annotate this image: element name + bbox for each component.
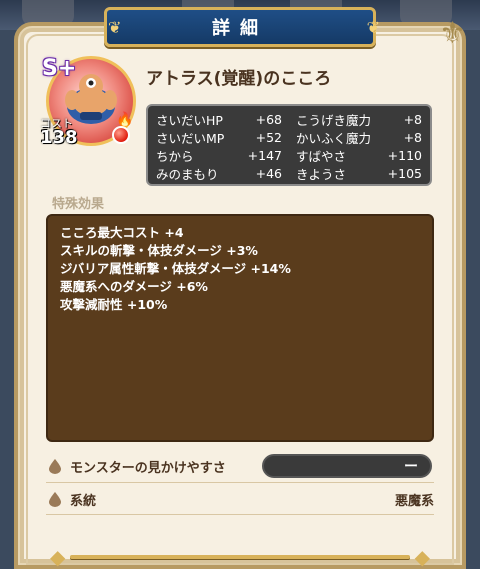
stat-row-heal-magic: かいふく魔力 +8 [296, 128, 422, 146]
effect-item: スキルの斬撃・体技ダメージ +3% [60, 243, 258, 258]
droplet-icon [49, 459, 61, 474]
stat-row-agility: すばやさ +110 [296, 146, 422, 164]
stat-label: こうげき魔力 [296, 112, 372, 128]
stats-box: さいだいHP +68 こうげき魔力 +8 さいだいMP +52 かいふく魔力 +… [146, 104, 432, 186]
visibility-value: ー [404, 459, 418, 475]
divider [46, 482, 434, 483]
stat-value: +46 [255, 165, 282, 181]
stat-row-attack-magic: こうげき魔力 +8 [296, 110, 422, 128]
fire-orb-icon [112, 126, 130, 144]
family-label: 系統 [70, 493, 97, 509]
bottom-ornament: ◆ ◆ [50, 545, 430, 569]
corner-ornament-icon: ⚜ [439, 16, 466, 51]
family-value: 悪魔系 [394, 493, 434, 509]
stat-value: +68 [255, 111, 282, 127]
stat-value: +105 [387, 165, 422, 181]
effect-item: 攻撃減耐性 +10% [60, 297, 168, 312]
stat-label: さいだいMP [156, 130, 225, 146]
stat-row-defense: みのまもり +46 [156, 164, 282, 182]
stat-label: かいふく魔力 [296, 130, 372, 146]
visibility-value-box: ー [262, 454, 432, 478]
stat-row-dexterity: きようさ +105 [296, 164, 422, 182]
divider [46, 514, 434, 515]
effect-item: 悪魔系へのダメージ +6% [60, 279, 208, 294]
stat-row-max-mp: さいだいMP +52 [156, 128, 282, 146]
title-flourish-left-icon: ❦ [108, 18, 122, 37]
effect-item: こころ最大コスト +4 [60, 225, 184, 240]
stat-value: +8 [403, 129, 422, 145]
stat-row-max-hp: さいだいHP +68 [156, 110, 282, 128]
family-row: 系統 悪魔系 [46, 486, 434, 512]
ornament-bar [70, 555, 410, 559]
ornament-left-icon: ◆ [50, 545, 66, 569]
visibility-label: モンスターの見かけやすさ [70, 460, 226, 476]
stat-row-strength: ちから +147 [156, 146, 282, 164]
heart-name: アトラス(覚醒)のこころ [146, 69, 332, 89]
stat-value: +110 [387, 147, 422, 163]
stat-label: みのまもり [156, 166, 219, 182]
droplet-icon [49, 492, 61, 507]
special-effects-title: 特殊効果 [52, 197, 105, 212]
stat-value: +8 [403, 111, 422, 127]
stat-label: さいだいHP [156, 112, 223, 128]
rank-badge: S+ [42, 56, 77, 81]
ornament-right-icon: ◆ [414, 545, 430, 569]
special-effects-box[interactable]: こころ最大コスト +4 スキルの斬撃・体技ダメージ +3% ジバリア属性斬撃・体… [46, 214, 434, 442]
stat-value: +147 [247, 147, 282, 163]
window-title: 詳細 [212, 18, 268, 39]
stat-label: すばやさ [296, 148, 347, 164]
stat-label: きようさ [296, 166, 347, 182]
effect-item: ジバリア属性斬撃・体技ダメージ +14% [60, 261, 291, 276]
cost-value: 138 [40, 127, 78, 148]
stat-value: +52 [255, 129, 282, 145]
stat-label: ちから [156, 148, 194, 164]
title-flourish-right-icon: ❦ [366, 18, 380, 37]
